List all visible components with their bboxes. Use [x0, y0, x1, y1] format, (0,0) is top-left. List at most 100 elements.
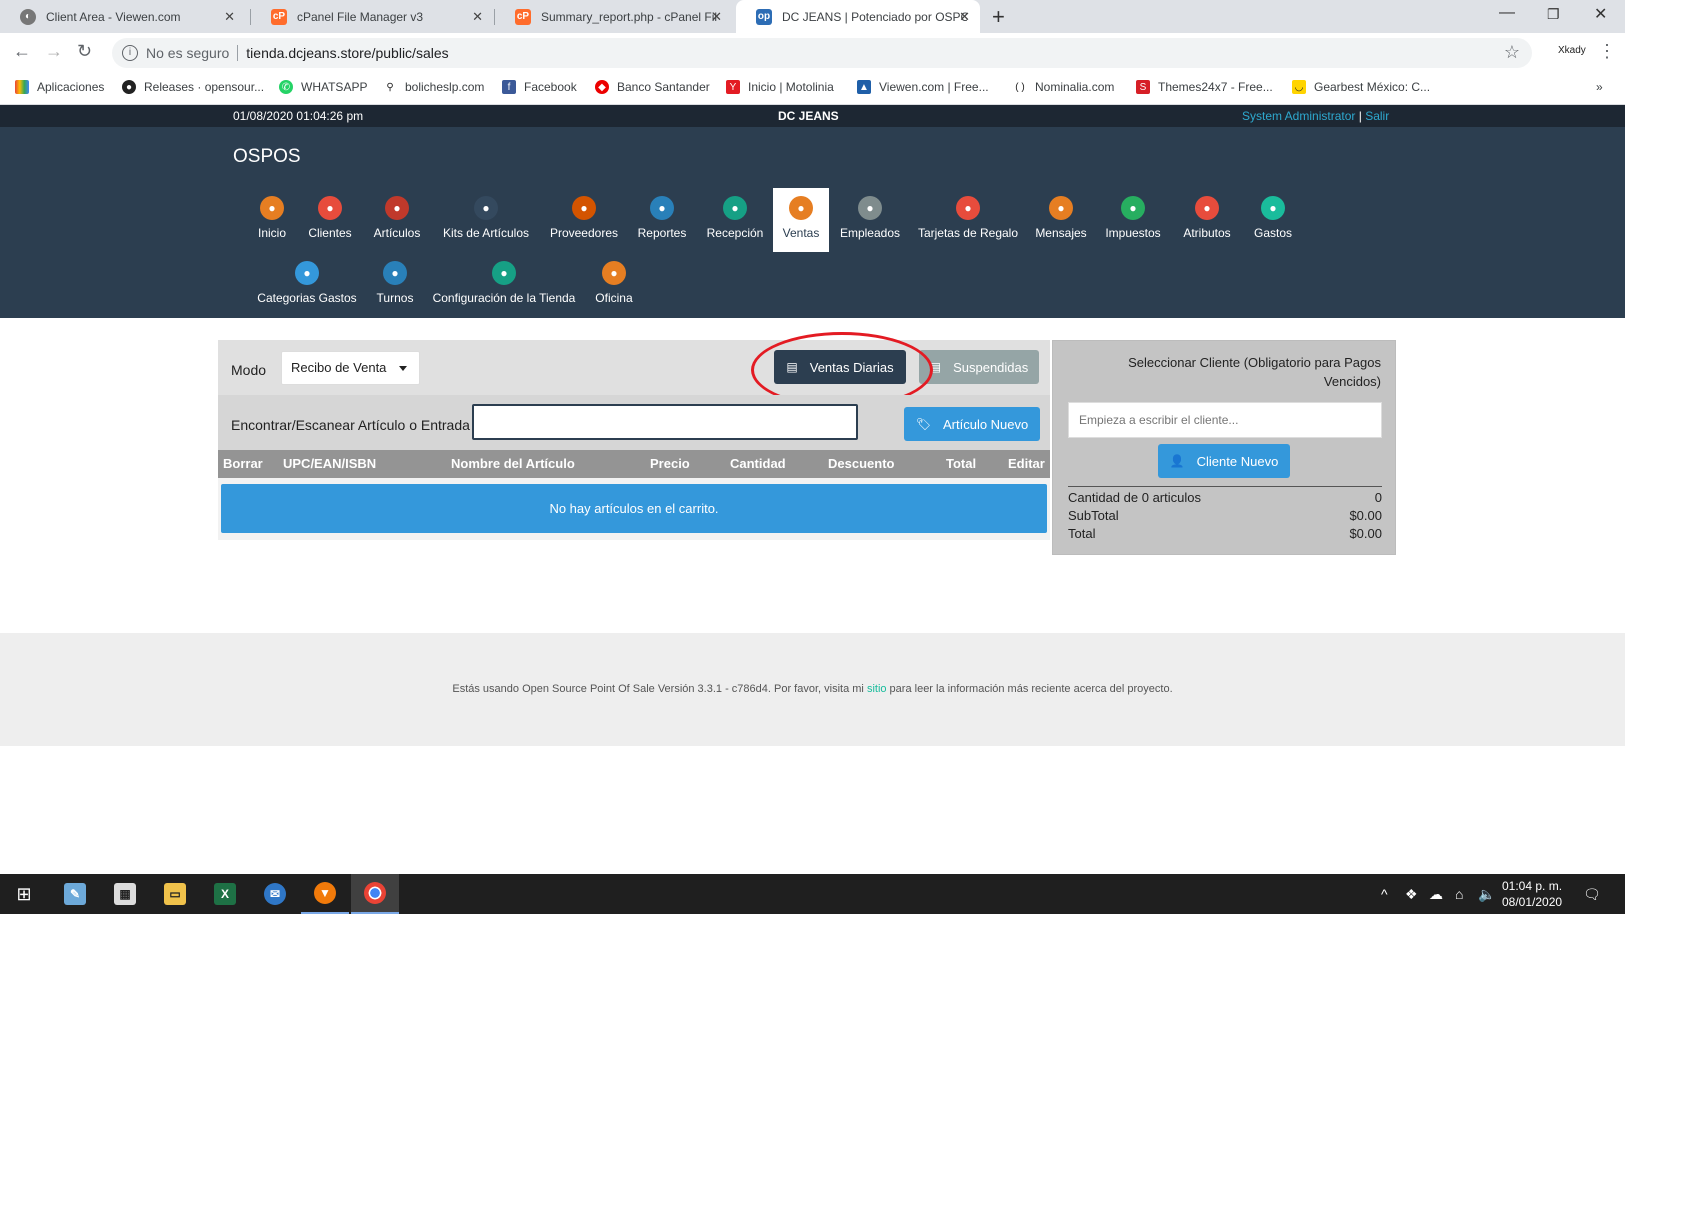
- module-kits-de-artículos[interactable]: ● Kits de Artículos: [430, 188, 542, 252]
- facebook-icon: f: [502, 80, 516, 94]
- module-clientes[interactable]: ● Clientes: [304, 188, 357, 252]
- new-customer-button[interactable]: 👤 Cliente Nuevo: [1158, 444, 1290, 478]
- module-artículos[interactable]: ● Artículos: [367, 188, 426, 252]
- module-categorias-gastos[interactable]: ● Categorias Gastos: [251, 253, 363, 317]
- close-window-icon[interactable]: ✕: [1594, 4, 1607, 24]
- module-inicio[interactable]: ● Inicio: [252, 188, 292, 252]
- taskbar-app-paint[interactable]: ✎: [51, 874, 99, 914]
- back-arrow-icon[interactable]: ←: [13, 41, 31, 62]
- module-turnos[interactable]: ● Turnos: [375, 253, 415, 317]
- module-label: Tarjetas de Regalo: [917, 226, 1019, 240]
- close-icon[interactable]: ✕: [711, 9, 722, 25]
- footer-site-link[interactable]: sitio: [867, 683, 887, 695]
- bookmark-santander[interactable]: ◆ Banco Santander: [595, 80, 710, 94]
- mode-bar: Modo Recibo de Venta ▤ Ventas Diarias ▤ …: [218, 332, 1050, 408]
- tab-title: cPanel File Manager v3: [297, 9, 424, 24]
- brave-icon: ▼: [314, 882, 336, 904]
- module-label: Kits de Artículos: [442, 226, 529, 240]
- brand-logo[interactable]: OSPOS: [233, 146, 301, 168]
- info-icon[interactable]: i: [122, 45, 138, 61]
- network-icon[interactable]: ⌂: [1455, 886, 1463, 902]
- module-proveedores[interactable]: ● Proveedores: [548, 188, 621, 252]
- module-oficina[interactable]: ● Oficina: [591, 253, 637, 317]
- chevron-up-icon[interactable]: ^: [1381, 886, 1388, 902]
- module-gastos[interactable]: ● Gastos: [1253, 188, 1293, 252]
- bookmark-themes24x7[interactable]: S Themes24x7 - Free...: [1136, 80, 1273, 94]
- module-configuración-de-la-tienda[interactable]: ● Configuración de la Tienda: [418, 253, 590, 317]
- totals-row: SubTotal $0.00: [1068, 508, 1382, 526]
- column-header: Nombre del Artículo: [451, 456, 575, 471]
- folder-icon: ▭: [164, 883, 186, 905]
- bookmark-boliches[interactable]: ⚲ bolicheslp.com: [383, 80, 484, 94]
- browser-tab[interactable]: ◐ Client Area - Viewen.com ✕: [0, 0, 245, 33]
- module-tarjetas-de-regalo[interactable]: ● Tarjetas de Regalo: [909, 188, 1028, 252]
- new-tab-button[interactable]: +: [992, 4, 1005, 30]
- browser-tab-active[interactable]: op DC JEANS | Potenciado por OSPC ✕: [736, 0, 980, 33]
- module-icon: ●: [1194, 196, 1219, 220]
- more-bookmarks-icon[interactable]: »: [1596, 80, 1603, 94]
- taskbar-app-brave[interactable]: ▼: [301, 874, 349, 914]
- tab-title: DC JEANS | Potenciado por OSPC: [782, 9, 967, 24]
- restore-icon[interactable]: ❐: [1547, 6, 1560, 23]
- taskbar-app-calculator[interactable]: ▦: [101, 874, 149, 914]
- bookmark-facebook[interactable]: f Facebook: [502, 80, 577, 94]
- item-search-input[interactable]: [472, 404, 858, 440]
- bookmark-nominalia[interactable]: ( ) Nominalia.com: [1013, 80, 1114, 94]
- dropbox-icon[interactable]: ❖: [1405, 886, 1418, 903]
- module-label: Turnos: [376, 291, 414, 305]
- address-bar[interactable]: i No es seguro tienda.dcjeans.store/publ…: [112, 38, 1532, 68]
- module-atributos[interactable]: ● Atributos: [1177, 188, 1236, 252]
- taskbar-app-chrome[interactable]: [351, 874, 399, 914]
- module-ventas[interactable]: ● Ventas: [773, 188, 829, 252]
- module-empleados[interactable]: ● Empleados: [840, 188, 900, 252]
- module-recepción[interactable]: ● Recepción: [705, 188, 764, 252]
- bookmark-releases[interactable]: ● Releases · opensour...: [122, 80, 264, 94]
- extension-icon[interactable]: Xkady: [1558, 45, 1586, 56]
- module-icon: ●: [383, 261, 407, 285]
- menu-dots-icon[interactable]: ⋮: [1598, 41, 1616, 62]
- register-panel: Modo Recibo de Venta ▤ Ventas Diarias ▤ …: [218, 332, 1050, 540]
- taskbar-clock[interactable]: 01:04 p. m. 08/01/2020: [1502, 878, 1562, 910]
- taskbar-app-file-explorer[interactable]: ▭: [151, 874, 199, 914]
- browser-tab[interactable]: cP cPanel File Manager v3 ✕: [251, 0, 493, 33]
- close-icon[interactable]: ✕: [224, 9, 235, 25]
- bookmark-star-icon[interactable]: ☆: [1504, 42, 1520, 63]
- forward-arrow-icon[interactable]: →: [45, 41, 63, 62]
- suspended-button[interactable]: ▤ Suspendidas: [919, 350, 1039, 384]
- taskbar-app-outlook[interactable]: ✉: [251, 874, 299, 914]
- new-item-button[interactable]: 🏷 Artículo Nuevo: [904, 407, 1040, 441]
- reload-icon[interactable]: ↻: [77, 41, 92, 62]
- bookmark-gearbest[interactable]: ◡ Gearbest México: C...: [1292, 80, 1430, 94]
- logout-link[interactable]: Salir: [1365, 109, 1389, 123]
- module-label: Artículos: [373, 226, 421, 240]
- bookmarks-bar: Aplicaciones ● Releases · opensour... ✆ WH…: [0, 73, 1625, 105]
- minimize-icon[interactable]: —: [1499, 4, 1515, 22]
- browser-tab[interactable]: cP Summary_report.php - cPanel Fil ✕: [495, 0, 732, 33]
- close-icon[interactable]: ✕: [472, 9, 483, 25]
- bookmark-apps[interactable]: Aplicaciones: [15, 80, 104, 94]
- windows-start-button[interactable]: ⊞: [0, 874, 48, 914]
- bookmark-label: bolicheslp.com: [405, 80, 485, 94]
- ospos-icon: op: [756, 8, 772, 25]
- column-header: Editar: [1008, 456, 1045, 471]
- caret-down-icon: [399, 366, 407, 371]
- volume-icon[interactable]: 🔈: [1478, 886, 1495, 903]
- taskbar-app-excel[interactable]: X: [201, 874, 249, 914]
- bookmark-viewen[interactable]: ▲ Viewen.com | Free...: [857, 80, 989, 94]
- onedrive-icon[interactable]: ☁: [1429, 886, 1443, 903]
- close-icon[interactable]: ✕: [959, 9, 970, 25]
- url-text[interactable]: tienda.dcjeans.store/public/sales: [246, 45, 448, 61]
- notifications-icon[interactable]: 🗨: [1583, 886, 1601, 903]
- module-reportes[interactable]: ● Reportes: [636, 188, 689, 252]
- user-link[interactable]: System Administrator: [1242, 109, 1355, 123]
- module-impuestos[interactable]: ● Impuestos: [1103, 188, 1162, 252]
- module-mensajes[interactable]: ● Mensajes: [1035, 188, 1088, 252]
- module-icon: ●: [601, 261, 626, 285]
- customer-search-input[interactable]: [1068, 402, 1382, 438]
- bookmark-motolinia[interactable]: Y Inicio | Motolinia: [726, 80, 834, 94]
- bookmark-whatsapp[interactable]: ✆ WHATSAPP: [279, 80, 367, 94]
- cpanel-icon: cP: [271, 8, 287, 25]
- mode-select[interactable]: Recibo de Venta: [281, 351, 420, 385]
- mode-label: Modo: [231, 362, 267, 378]
- bookmark-label: Nominalia.com: [1035, 80, 1115, 94]
